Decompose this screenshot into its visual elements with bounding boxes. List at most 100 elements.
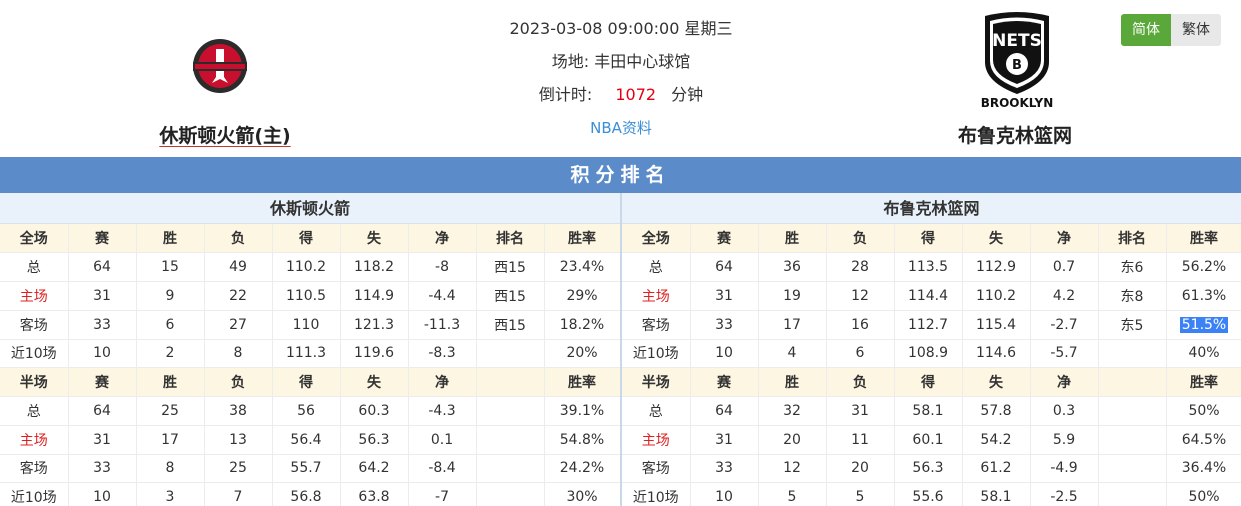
column-header: 全场 [622,224,691,254]
full-row: 客场 33 17 16 112.7 115.4 -2.7 东5 51.5% [622,310,1241,340]
nba-info-link[interactable]: NBA资料 [590,119,652,137]
match-header: 休斯顿火箭(主) 2023-03-08 09:00:00 星期三 场地: 丰田中… [0,0,1241,156]
full-row: 近10场 10 4 6 108.9 114.6 -5.7 40% [622,339,1241,369]
column-header: 全场 [0,224,69,254]
home-team-name[interactable]: 休斯顿火箭(主) [140,121,310,148]
table-cell: 56 [272,396,341,426]
table-cell: 31 [68,425,137,455]
table-cell: 东8 [1098,281,1167,311]
column-header: 失 [962,224,1031,254]
table-cell: 30% [544,482,621,506]
table-cell: 主场 [622,425,691,455]
table-cell: 东5 [1098,310,1167,340]
selected-text: 51.5% [1179,316,1229,333]
table-cell: 总 [0,252,69,282]
full-row: 主场 31 19 12 114.4 110.2 4.2 东8 61.3% [622,281,1241,311]
table-cell: 110 [272,310,341,340]
table-cell [1098,454,1167,484]
table-cell: 17 [758,310,827,340]
table-cell: 总 [622,252,691,282]
table-cell: 36.4% [1166,454,1241,484]
column-header: 排名 [476,224,545,254]
column-header: 负 [826,367,895,397]
full-row: 客场 33 6 27 110 121.3 -11.3 西15 18.2% [0,310,621,340]
table-cell: 16 [826,310,895,340]
table-cell [476,339,545,369]
half-row: 主场 31 17 13 56.4 56.3 0.1 54.8% [0,425,621,455]
simplified-chinese-button[interactable]: 简体 [1121,14,1171,46]
table-cell: 0.3 [1030,396,1099,426]
svg-text:NETS: NETS [992,31,1042,51]
svg-text:BROOKLYN: BROOKLYN [981,96,1054,110]
table-cell [476,396,545,426]
table-cell: 10 [68,339,137,369]
column-header: 半场 [0,367,69,397]
table-cell: 25 [136,396,205,426]
houston-rockets-logo-icon[interactable] [187,37,253,95]
table-cell: 108.9 [894,339,963,369]
table-cell: 20 [758,425,827,455]
countdown-label: 倒计时: [538,85,593,104]
table-cell: 西15 [476,281,545,311]
table-cell: 6 [826,339,895,369]
table-cell: -4.4 [408,281,477,311]
column-header: 得 [894,224,963,254]
table-cell: 0.1 [408,425,477,455]
table-cell: 西15 [476,310,545,340]
column-header: 得 [272,367,341,397]
table-cell: 118.2 [340,252,409,282]
table-cell: 110.2 [272,252,341,282]
away-team-name[interactable]: 布鲁克林篮网 [935,121,1095,148]
table-cell [1098,396,1167,426]
column-header: 净 [408,367,477,397]
traditional-chinese-button[interactable]: 繁体 [1171,14,1221,46]
full-row: 主场 31 9 22 110.5 114.9 -4.4 西15 29% [0,281,621,311]
table-cell: -2.7 [1030,310,1099,340]
half-row: 总 64 25 38 56 60.3 -4.3 39.1% [0,396,621,426]
table-cell: 56.2% [1166,252,1241,282]
table-cell: 24.2% [544,454,621,484]
table-cell: 10 [690,339,759,369]
half-row: 客场 33 12 20 56.3 61.2 -4.9 36.4% [622,454,1241,484]
table-cell: 40% [1166,339,1241,369]
venue-name: 丰田中心球馆 [594,52,691,71]
column-header: 胜率 [1166,367,1241,397]
match-datetime: 2023-03-08 09:00:00 星期三 [509,19,733,38]
table-cell: 33 [690,454,759,484]
table-cell: 64 [690,252,759,282]
table-cell: 58.1 [894,396,963,426]
table-cell: 112.7 [894,310,963,340]
table-cell: 3 [136,482,205,506]
table-cell: 56.8 [272,482,341,506]
home-standings-title: 休斯顿火箭 [0,193,620,224]
column-header: 赛 [68,367,137,397]
brooklyn-nets-logo-icon[interactable]: NETS B BROOKLYN [977,12,1057,110]
half-header-row: 半场赛胜负得失净 胜率 [0,367,621,397]
table-cell: 64 [690,396,759,426]
table-cell: 客场 [622,454,691,484]
language-switch: 简体 繁体 [1121,14,1221,46]
countdown-unit: 分钟 [671,85,704,104]
venue-label: 场地: [551,52,590,71]
table-cell: 近10场 [622,339,691,369]
table-cell: 4.2 [1030,281,1099,311]
table-cell: -2.5 [1030,482,1099,506]
table-cell: 64.5% [1166,425,1241,455]
table-cell: 25 [204,454,273,484]
table-cell: 64 [68,396,137,426]
table-cell: 20 [826,454,895,484]
table-cell: -5.7 [1030,339,1099,369]
table-cell: 5 [758,482,827,506]
table-cell: 31 [826,396,895,426]
home-standings: 休斯顿火箭 全场赛胜负得失净排名 胜率总 64 15 49 110.2 118.2 -8 西15… [0,193,621,506]
column-header: 得 [272,224,341,254]
nba-link-line: NBA资料 [470,116,772,149]
full-row: 总 64 15 49 110.2 118.2 -8 西15 23.4% [0,252,621,282]
table-cell: 55.6 [894,482,963,506]
table-cell: 28 [826,252,895,282]
table-cell: 115.4 [962,310,1031,340]
column-header: 赛 [690,367,759,397]
table-cell: 111.3 [272,339,341,369]
table-cell: 54.8% [544,425,621,455]
column-header: 失 [340,224,409,254]
